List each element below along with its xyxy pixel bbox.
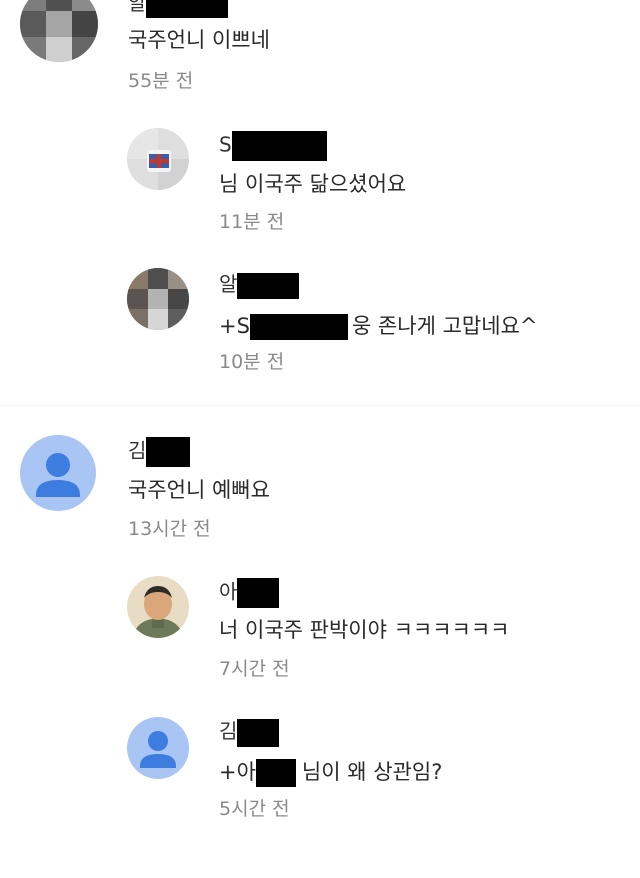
user-photo-icon <box>127 268 189 330</box>
redacted-name <box>237 718 280 747</box>
reply-timestamp: 11분 전 <box>219 211 285 233</box>
reply-text: 너 이국주 판박이야 ㅋㅋㅋㅋㅋㅋ <box>219 618 510 642</box>
user-photo-icon <box>20 0 98 62</box>
reply-author[interactable]: 김 <box>219 718 280 747</box>
comment-avatar[interactable] <box>20 0 98 62</box>
reply-author[interactable]: 알 <box>219 271 300 299</box>
author-name-prefix: 김 <box>219 719 238 743</box>
author-name-prefix: 알 <box>219 272 238 296</box>
reply-text: +아 님이 왜 상관임? <box>219 758 443 787</box>
reply-avatar[interactable] <box>127 268 189 330</box>
author-name-prefix: 김 <box>128 438 147 463</box>
redacted-name <box>237 578 280 608</box>
mention-prefix[interactable]: +아 <box>219 760 256 784</box>
mention-prefix[interactable]: +S <box>219 314 250 338</box>
reply-text: 님 이국주 닮으셨어요 <box>219 172 407 196</box>
reply-message: 님이 왜 상관임? <box>301 760 443 784</box>
default-person-icon <box>20 435 96 511</box>
comment-text: 국주언니 이쁘네 <box>128 28 270 52</box>
comment-avatar[interactable] <box>20 435 96 511</box>
reply-timestamp: 7시간 전 <box>219 658 290 680</box>
reply-timestamp: 5시간 전 <box>219 798 290 820</box>
comment-text: 국주언니 예뻐요 <box>128 478 270 502</box>
reply-avatar[interactable] <box>127 128 189 190</box>
comment-author[interactable]: 알 <box>128 0 229 18</box>
comment-timestamp: 13시간 전 <box>128 518 211 540</box>
comment-author[interactable]: 김 <box>128 437 191 467</box>
redacted-mention <box>255 759 296 787</box>
author-name-prefix: S <box>219 132 232 157</box>
portrait-photo-icon <box>127 576 189 638</box>
reply-timestamp: 10분 전 <box>219 351 285 373</box>
redacted-name <box>146 0 229 18</box>
redacted-name <box>237 272 300 299</box>
redacted-name <box>231 131 327 161</box>
redacted-name <box>146 437 191 467</box>
reply-avatar[interactable] <box>127 576 189 638</box>
comment-timestamp: 55분 전 <box>128 70 194 92</box>
default-person-icon <box>127 717 189 779</box>
author-name-prefix: 아 <box>219 579 238 604</box>
reply-author[interactable]: 아 <box>219 578 280 608</box>
reply-author[interactable]: S <box>219 131 327 161</box>
redacted-mention <box>249 314 348 340</box>
author-name-prefix: 알 <box>128 0 147 15</box>
thread-separator <box>0 405 640 406</box>
reply-message: 웅 존나게 고맙네요^ <box>351 314 538 338</box>
reply-avatar[interactable] <box>127 717 189 779</box>
reply-text: +S 웅 존나게 고맙네요^ <box>219 312 537 340</box>
cup-photo-icon <box>127 128 189 190</box>
